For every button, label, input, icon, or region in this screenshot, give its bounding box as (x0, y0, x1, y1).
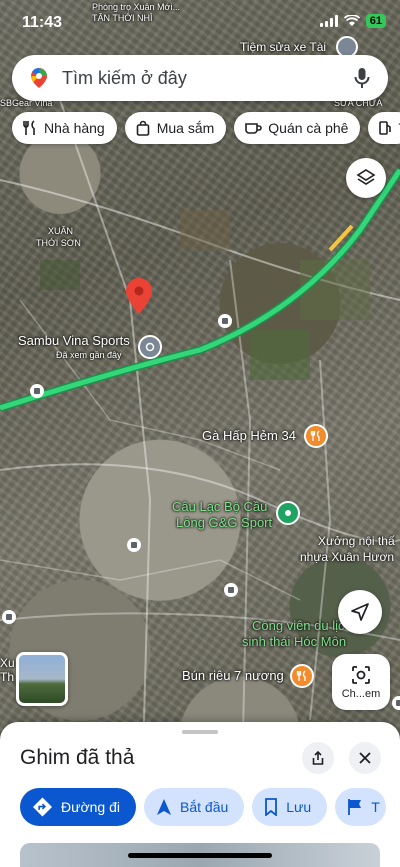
share-button[interactable] (302, 742, 334, 774)
bus-stop-icon[interactable] (2, 610, 16, 624)
map-label-xuong-1[interactable]: Xưởng nội thấ (318, 534, 395, 548)
map-label-sambu[interactable]: Sambu Vina Sports (18, 333, 130, 348)
action-label: Bắt đầu (180, 799, 229, 815)
status-time: 11:43 (22, 14, 63, 31)
fork-knife-icon (23, 120, 35, 135)
map-label-cong-vien-2[interactable]: sinh thái Hóc Môn (242, 634, 346, 649)
fork-knife-icon (296, 670, 306, 681)
gas-pump-icon (379, 121, 392, 135)
my-location-button[interactable] (338, 590, 382, 634)
map-label-th-partial: Th (0, 670, 15, 684)
action-buttons: Đường đi Bắt đầu Lưu T (20, 788, 386, 826)
chip-label: Mua sắm (156, 120, 215, 136)
wifi-icon (343, 15, 360, 26)
save-button[interactable]: Lưu (252, 788, 328, 826)
map-label-thoi-son: THỚI SƠN (36, 238, 81, 248)
microphone-icon[interactable] (352, 67, 372, 89)
fork-knife-icon (310, 430, 320, 441)
poi-marker-ga-hap[interactable] (304, 424, 328, 448)
shopping-bag-icon (136, 120, 150, 136)
bus-stop-icon[interactable] (392, 696, 400, 710)
google-maps-logo-icon (31, 68, 47, 88)
dropped-pin-icon[interactable] (126, 278, 152, 314)
chip-shopping[interactable]: Mua sắm (124, 112, 227, 144)
map-label-xuong-2[interactable]: nhựa Xuân Hươn (300, 550, 394, 564)
chip-gas[interactable]: T (368, 112, 400, 144)
close-button[interactable] (349, 742, 381, 774)
search-bar[interactable]: Tìm kiếm ở đây (12, 55, 388, 101)
coffee-icon (245, 123, 263, 134)
close-icon (359, 752, 371, 764)
lens-label: Ch...em (341, 688, 381, 700)
navigation-arrow-icon (157, 799, 171, 815)
map-label-ga-hap[interactable]: Gà Hấp Hẻm 34 (202, 428, 296, 443)
recent-icon (145, 342, 155, 352)
layers-icon (356, 169, 376, 185)
lens-camera-icon (352, 666, 370, 684)
chip-label: Quán cà phê (268, 120, 349, 136)
lens-button[interactable]: Ch...em (332, 654, 390, 710)
place-bottom-sheet[interactable]: Ghim đã thả Đường đi Bắt đầu Lưu T (0, 722, 400, 867)
map-label-xu-partial: Xu (0, 656, 15, 670)
label-button[interactable]: T (335, 788, 386, 826)
sport-icon (285, 510, 291, 516)
cellular-signal-icon (319, 15, 338, 27)
start-button[interactable]: Bắt đầu (144, 788, 245, 826)
action-label: T (371, 799, 380, 815)
bus-stop-icon[interactable] (30, 384, 44, 398)
category-chips: Nhà hàng Mua sắm Quán cà phê T (12, 112, 400, 144)
chip-restaurants[interactable]: Nhà hàng (12, 112, 117, 144)
poi-marker-cau-long[interactable] (276, 501, 300, 525)
action-label: Đường đi (60, 799, 120, 815)
status-indicators: 61 (319, 14, 386, 28)
map-label-sambu-sub: Đã xem gần đây (56, 350, 122, 360)
directions-button[interactable]: Đường đi (20, 788, 136, 826)
sheet-title: Ghim đã thả (20, 746, 135, 769)
map-label-bun-rieu[interactable]: Bún riêu 7 nương (182, 668, 284, 683)
share-icon (312, 750, 324, 765)
map-label-tan-thoi-nhi: TÂN THỚI NHÌ (92, 13, 153, 23)
layers-button[interactable] (346, 158, 386, 198)
street-view-thumbnail[interactable] (16, 652, 68, 706)
directions-icon (32, 797, 53, 817)
bookmark-icon (265, 798, 278, 816)
bus-stop-icon[interactable] (218, 314, 232, 328)
bus-stop-icon[interactable] (127, 538, 141, 552)
map-label-top: Phòng trọ Xuân Mới... (92, 2, 180, 12)
map-label-cau-long-1[interactable]: Câu Lạc Bộ Cầu (172, 499, 267, 514)
search-input[interactable]: Tìm kiếm ở đây (62, 68, 352, 89)
battery-icon: 61 (365, 14, 386, 28)
map-label-tiem-sua-xe[interactable]: Tiệm sửa xe Tài (240, 40, 326, 54)
poi-marker-bun-rieu[interactable] (290, 664, 314, 688)
chip-label: Nhà hàng (44, 120, 105, 136)
home-indicator[interactable] (128, 853, 272, 858)
poi-marker-sambu[interactable] (138, 335, 162, 359)
flag-icon (348, 799, 362, 815)
sheet-drag-handle[interactable] (182, 730, 218, 734)
map-label-cong-vien-1[interactable]: Công viên du lịc (252, 618, 345, 633)
action-label: Lưu (286, 799, 312, 815)
navigation-arrow-icon (351, 603, 369, 621)
bus-stop-icon[interactable] (224, 583, 238, 597)
map-label-xuan: XUÂN (48, 226, 74, 236)
map-label-cau-long-2[interactable]: Lông G&G Sport (176, 515, 272, 530)
chip-coffee[interactable]: Quán cà phê (234, 112, 361, 144)
